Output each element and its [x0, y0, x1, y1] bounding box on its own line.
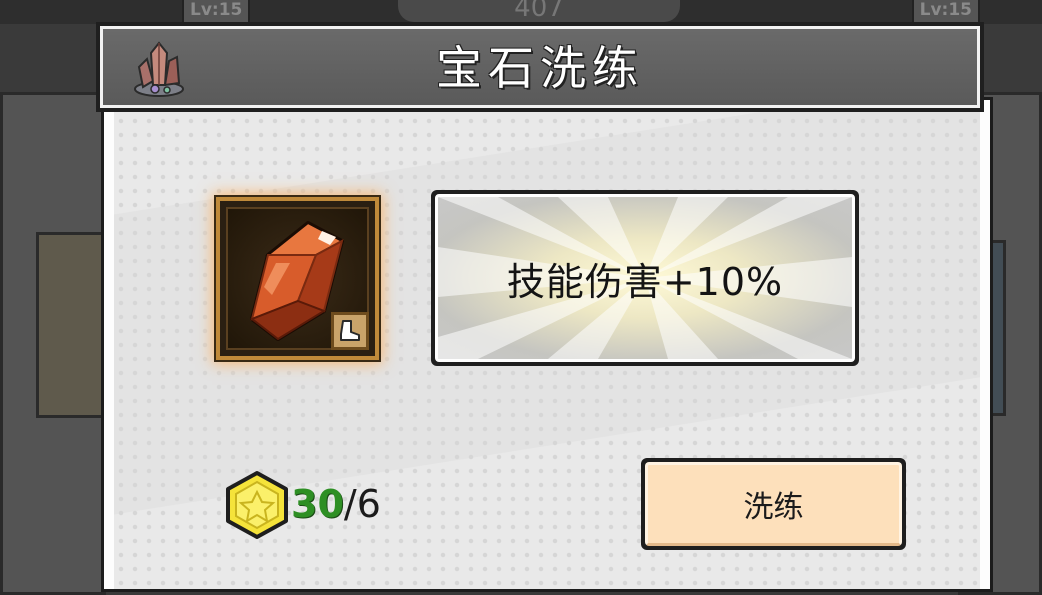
yellow-gem-coin-icon — [226, 471, 288, 539]
slot-type-badge — [331, 312, 369, 350]
background-left-card — [36, 232, 106, 418]
background-level-left: Lv:15 — [182, 0, 251, 24]
cost-required-amount: /6 — [343, 482, 381, 526]
refine-cost: 30/6 — [291, 478, 381, 530]
dialog-title-bar: 宝石洗练 — [96, 22, 984, 112]
refine-button[interactable]: 洗练 — [641, 458, 906, 550]
cost-owned-amount: 30 — [291, 482, 344, 526]
refine-stat-text: 技能伤害+10% — [506, 259, 784, 304]
boot-icon — [340, 320, 360, 341]
refine-result-panel: 技能伤害+10% — [431, 190, 859, 366]
background-score: 407 — [398, 0, 680, 22]
refine-button-label: 洗练 — [645, 462, 902, 546]
background-level-right: Lv:15 — [911, 0, 980, 24]
gem-slot[interactable] — [216, 197, 379, 360]
dialog-title: 宝石洗练 — [436, 41, 644, 95]
